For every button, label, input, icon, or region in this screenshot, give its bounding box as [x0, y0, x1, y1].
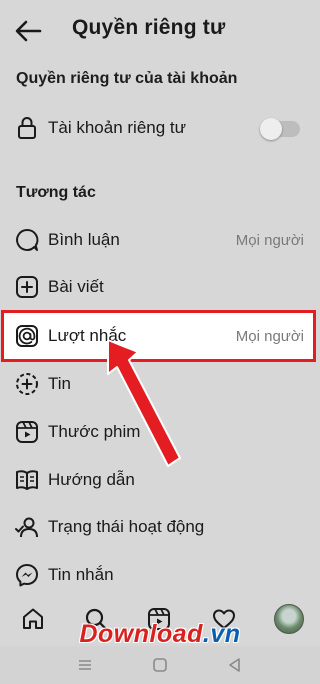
guide-icon	[16, 470, 38, 490]
row-label: Tin nhắn	[48, 565, 114, 584]
lock-icon	[18, 117, 36, 139]
activity-user-icon	[15, 517, 38, 538]
row-label: Bình luận	[48, 230, 120, 249]
comment-icon	[16, 228, 39, 251]
red-arrow-annotation	[107, 340, 181, 467]
private-account-toggle[interactable]	[260, 118, 300, 140]
section-heading-interactions: Tương tác	[16, 184, 96, 201]
recent-apps-icon[interactable]	[76, 656, 94, 674]
reels-icon	[16, 421, 38, 443]
row-label: Hướng dẫn	[48, 470, 135, 489]
at-icon	[16, 325, 38, 347]
watermark-part-1: Download	[79, 620, 203, 648]
page-title: Quyền riêng tư	[72, 16, 226, 39]
home-square-icon[interactable]	[151, 656, 169, 674]
messenger-icon	[16, 564, 38, 587]
private-account-label: Tài khoản riêng tư	[48, 118, 187, 137]
watermark-part-2: .vn	[202, 620, 241, 648]
interaction-row-messages[interactable]: Tin nhắn	[0, 552, 320, 598]
row-label: Bài viết	[48, 277, 104, 296]
top-bar: Quyền riêng tư	[0, 0, 320, 62]
back-arrow-icon[interactable]	[12, 16, 44, 46]
system-nav-bar	[0, 646, 320, 684]
toggle-knob	[260, 118, 282, 140]
interaction-row-posts[interactable]: Bài viết	[0, 264, 320, 310]
interaction-row-comments[interactable]: Bình luận Mọi người	[0, 217, 320, 263]
story-icon	[16, 373, 38, 395]
row-label: Trạng thái hoạt động	[48, 517, 205, 536]
row-label: Tin	[48, 374, 71, 393]
watermark: Download.vn	[0, 620, 320, 649]
plus-square-icon	[16, 276, 38, 298]
back-triangle-icon[interactable]	[226, 656, 244, 674]
section-heading-account: Quyền riêng tư của tài khoản	[16, 70, 238, 87]
row-value: Mọi người	[235, 327, 304, 345]
row-value: Mọi người	[235, 231, 304, 249]
interaction-row-activity-status[interactable]: Trạng thái hoạt động	[0, 504, 320, 550]
private-account-row[interactable]: Tài khoản riêng tư	[0, 105, 320, 151]
